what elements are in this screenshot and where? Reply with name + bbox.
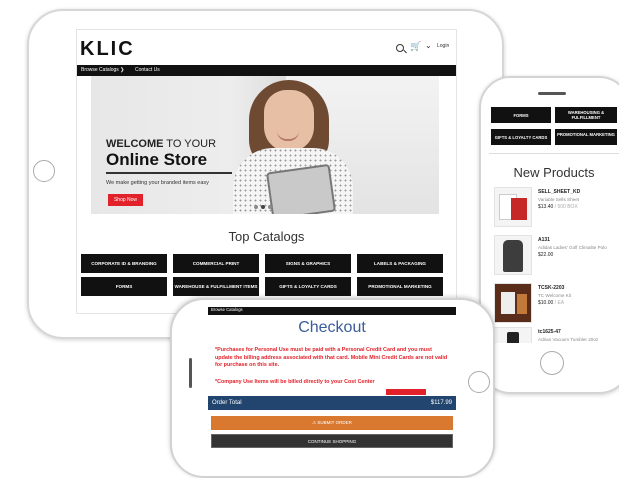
catalog-promotional[interactable]: PROMOTIONAL MARKETING — [357, 277, 443, 296]
hero-divider — [106, 172, 232, 174]
catalog-commercial-print[interactable]: COMMERCIAL PRINT — [173, 254, 259, 273]
product-desc: Adidas Ladies' Golf Climalite Polo — [538, 245, 607, 250]
product-desc: Adrian Vacuum Tumbler 20oz — [538, 337, 599, 342]
continue-shopping-button[interactable]: CONTINUE SHOPPING — [211, 434, 453, 448]
phone-speaker — [189, 358, 192, 388]
phone-home-button — [540, 351, 564, 375]
checkout-title: Checkout — [298, 319, 366, 336]
catalog-signs-graphics[interactable]: SIGNS & GRAPHICS — [265, 254, 351, 273]
product-item[interactable]: tc1625-47 Adrian Vacuum Tumbler 20oz — [489, 327, 619, 343]
product-sku[interactable]: A131 — [538, 237, 550, 243]
checkout-top-bar: Browse Catalogs — [208, 307, 456, 315]
phone-btn-forms[interactable]: FORMS — [491, 107, 551, 123]
product-thumbnail[interactable] — [494, 187, 532, 227]
phone-home-button — [468, 371, 490, 393]
divider — [489, 153, 619, 154]
personal-use-note: *Purchases for Personal Use must be paid… — [215, 347, 448, 368]
product-desc: Variable Sells Sheet — [538, 197, 580, 202]
new-products-title: New Products — [513, 165, 595, 180]
phone-btn-promotional[interactable]: PROMOTIONAL MARKETING — [555, 129, 617, 145]
product-sku[interactable]: TCSK-2203 — [538, 285, 564, 291]
product-desc: TC Welcome Kit — [538, 293, 572, 298]
tablet-screen: KLIC 🛒 ⌄ Login Browse Catalogs ❯ Contact… — [76, 29, 457, 314]
shop-now-button[interactable]: Shop Now — [108, 194, 143, 206]
order-total-value: $117.99 — [430, 400, 452, 406]
product-thumbnail[interactable] — [494, 235, 532, 275]
phone-screen: FORMS WAREHOUSING & FULFILLMENT GIFTS & … — [489, 107, 619, 343]
search-icon[interactable] — [396, 44, 404, 52]
hero-photo-tablet — [265, 163, 337, 214]
nav-browse-catalogs[interactable]: Browse Catalogs ❯ — [81, 67, 124, 73]
phone-btn-gifts[interactable]: GIFTS & LOYALTY CARDS — [491, 129, 551, 145]
product-price: $22.00 — [538, 252, 554, 258]
red-action-button[interactable] — [386, 389, 426, 395]
company-use-note: *Company Use Items will be billed direct… — [215, 379, 375, 385]
tablet-home-button — [33, 160, 55, 182]
chevron-down-icon[interactable]: ⌄ — [425, 41, 432, 50]
login-link[interactable]: Login — [437, 43, 449, 49]
phone-btn-warehousing[interactable]: WAREHOUSING & FULFILLMENT — [555, 107, 617, 123]
top-catalogs-title: Top Catalogs — [228, 229, 305, 244]
klic-logo[interactable]: KLIC — [80, 38, 135, 61]
product-thumbnail[interactable] — [494, 327, 532, 343]
hero-welcome-text: WELCOME TO YOUR — [106, 138, 217, 150]
product-sku[interactable]: tc1625-47 — [538, 329, 561, 335]
catalog-warehouse[interactable]: WAREHOUSE & FULFILLMENT ITEMS — [173, 277, 259, 296]
product-price: $13.40 / 500 BOX — [538, 204, 578, 210]
cart-icon[interactable]: 🛒 — [410, 41, 421, 52]
nav-contact-us[interactable]: Contact Us — [135, 67, 160, 73]
nav-browse-catalogs[interactable]: Browse Catalogs — [211, 307, 243, 312]
order-total-label: Order Total — [212, 400, 242, 406]
hero-photo-face — [264, 90, 314, 152]
product-thumbnail[interactable] — [494, 283, 532, 323]
phone-speaker — [538, 92, 566, 95]
product-price: $10.00 / EA — [538, 300, 565, 306]
product-sku[interactable]: SELL_SHEET_KD — [538, 189, 580, 195]
product-item[interactable]: A131 Adidas Ladies' Golf Climalite Polo … — [489, 235, 619, 287]
catalog-gifts-loyalty[interactable]: GIFTS & LOYALTY CARDS — [265, 277, 351, 296]
catalog-corporate-id[interactable]: CORPORATE ID & BRANDING — [81, 254, 167, 273]
catalog-labels-packaging[interactable]: LABELS & PACKAGING — [357, 254, 443, 273]
order-total-bar: Order Total $117.99 — [208, 396, 456, 410]
hero-banner: WELCOME TO YOUR Online Store We make get… — [91, 76, 439, 214]
catalog-forms[interactable]: FORMS — [81, 277, 167, 296]
submit-order-button[interactable]: ⚠ SUBMIT ORDER — [211, 416, 453, 430]
product-item[interactable]: SELL_SHEET_KD Variable Sells Sheet $13.4… — [489, 187, 619, 239]
top-nav-bar: Browse Catalogs ❯ Contact Us — [77, 65, 456, 76]
checkout-screen: Browse Catalogs Checkout *Purchases for … — [208, 307, 456, 456]
hero-subtitle: We make getting your branded items easy — [106, 180, 209, 186]
hero-store-title: Online Store — [106, 150, 208, 169]
